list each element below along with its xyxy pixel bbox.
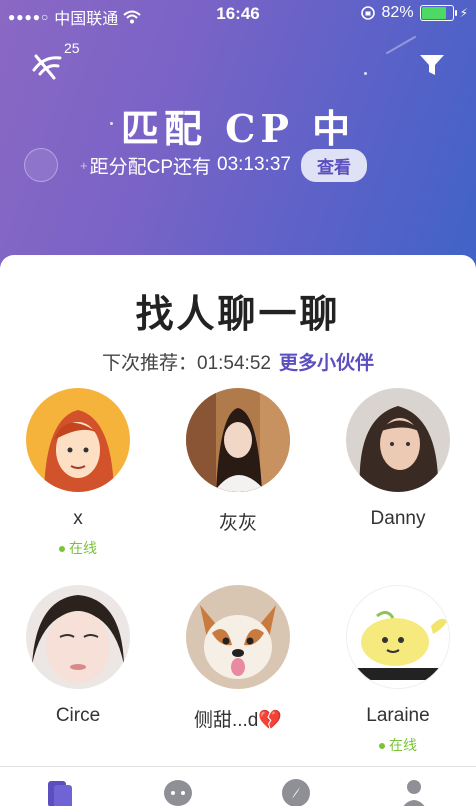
online-dot: [59, 546, 65, 553]
online-status: 在线: [8, 538, 148, 558]
rotation-lock-icon: [360, 6, 375, 20]
compass-icon[interactable]: [280, 777, 312, 806]
profile-icon[interactable]: [398, 777, 430, 806]
user-name: 灰灰: [218, 513, 257, 534]
user-name: x: [73, 508, 83, 529]
photo-girl-avatar[interactable]: [186, 388, 290, 492]
user-card[interactable]: Danny: [328, 388, 468, 530]
user-card[interactable]: x 在线: [8, 388, 148, 558]
photo-woman-avatar[interactable]: [346, 388, 450, 492]
online-label: 在线: [389, 737, 417, 753]
shooting-star: [385, 35, 417, 55]
user-card[interactable]: 侧甜...d💔: [168, 585, 308, 732]
online-dot: [379, 743, 385, 750]
filter-icon[interactable]: [418, 52, 446, 78]
user-name: Laraine: [366, 705, 430, 726]
dog-avatar[interactable]: [186, 585, 290, 689]
signal-off-icon[interactable]: [30, 50, 66, 80]
user-card[interactable]: 灰灰: [168, 388, 308, 535]
user-name: Danny: [370, 508, 426, 529]
cartoon-whale-avatar[interactable]: [346, 585, 450, 689]
plus-sparkle: +: [80, 157, 88, 173]
match-header: ●●●●○ 中国联通 16:46 82% ⚡ 25 匹配 CP 中 + 距分配C…: [0, 0, 476, 290]
online-label: 在线: [69, 540, 97, 556]
planet-decoration: [24, 148, 58, 182]
more-friends-link[interactable]: 更多小伙伴: [279, 353, 374, 374]
tab-bar: [0, 766, 476, 806]
countdown-label: 距分配CP还有: [89, 156, 211, 178]
photo-face-avatar[interactable]: [26, 585, 130, 689]
charging-icon: ⚡: [459, 6, 468, 20]
next-label: 下次推荐：: [102, 353, 198, 374]
cartoon-girl-avatar[interactable]: [26, 388, 130, 492]
battery-percent: 82%: [381, 4, 414, 21]
view-button[interactable]: 查看: [300, 148, 367, 182]
match-title: 匹配 CP 中: [120, 106, 356, 151]
card-title: 找人聊一聊: [135, 291, 341, 336]
cp-countdown: + 距分配CP还有 03:13:37 查看: [80, 148, 367, 182]
next-recommendation: 下次推荐：01:54:52 更多小伙伴: [0, 348, 476, 375]
next-time: 01:54:52: [197, 353, 271, 374]
chat-icon[interactable]: [162, 777, 194, 806]
user-card[interactable]: Laraine 在线: [328, 585, 468, 755]
cards-icon[interactable]: [44, 777, 76, 806]
user-name: Circe: [55, 705, 101, 726]
status-bar: ●●●●○ 中国联通 16:46 82% ⚡: [0, 0, 476, 30]
chat-card: 找人聊一聊 下次推荐：01:54:52 更多小伙伴 x 在线 灰灰 Danny …: [0, 255, 476, 775]
user-card[interactable]: Circe: [8, 585, 148, 727]
user-name: 侧甜...d💔: [193, 710, 283, 731]
battery-icon: [419, 5, 457, 21]
countdown-time: 03:13:37: [217, 154, 291, 175]
star-sparkle: [364, 72, 367, 75]
online-status: 在线: [328, 735, 468, 755]
signal-count: 25: [64, 40, 80, 56]
